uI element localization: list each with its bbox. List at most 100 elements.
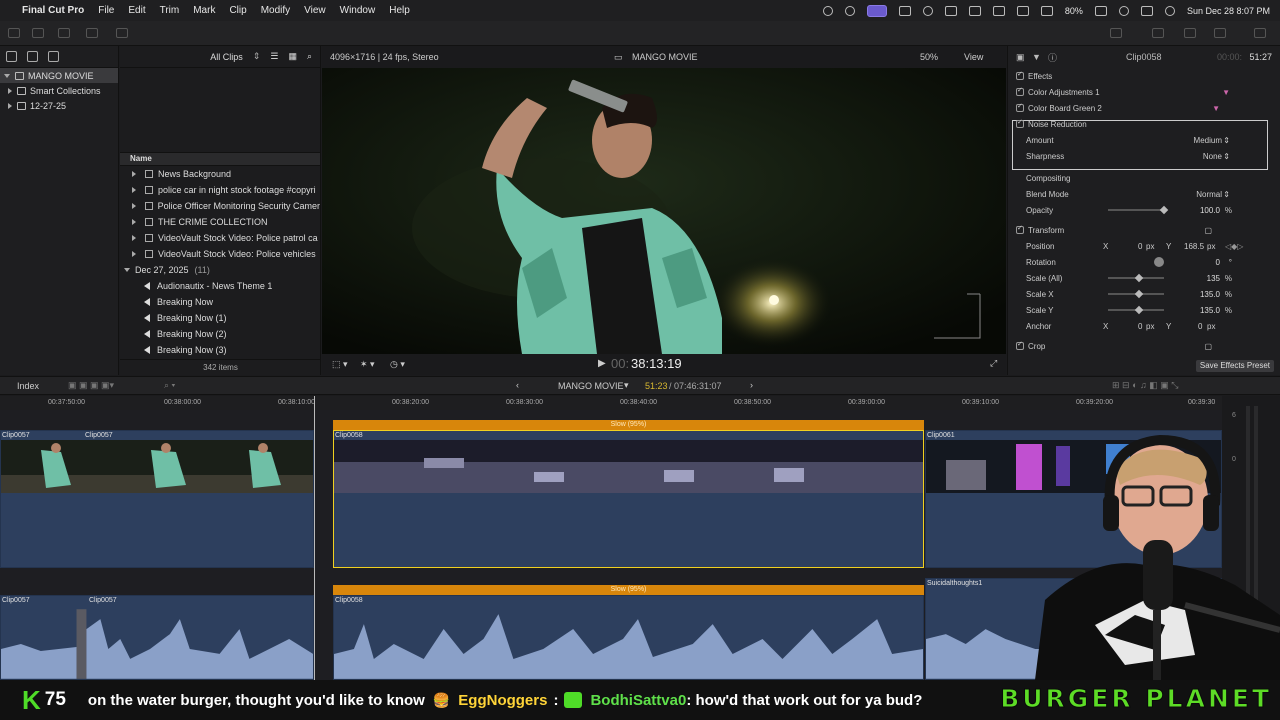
disclosure-icon[interactable]: [132, 219, 136, 225]
index-button[interactable]: Index: [17, 381, 39, 391]
disclosure-icon[interactable]: [132, 251, 136, 257]
disclosure-icon[interactable]: [132, 203, 136, 209]
color-effect-icon[interactable]: ▼: [1212, 104, 1220, 113]
menu-window[interactable]: Window: [340, 5, 376, 16]
scale-x-value[interactable]: 135.0: [1200, 290, 1220, 299]
checkbox[interactable]: [1016, 224, 1024, 234]
opacity-slider[interactable]: [1108, 205, 1169, 215]
chevron-down-icon[interactable]: ▾: [624, 380, 629, 391]
transform-header[interactable]: Transform ▢: [1008, 222, 1280, 238]
speed-bar[interactable]: Slow (95%): [333, 420, 924, 430]
scale-y-slider[interactable]: [1108, 305, 1164, 315]
import-icon[interactable]: [8, 28, 20, 38]
record-icon[interactable]: [822, 5, 833, 16]
list-item[interactable]: Breaking Now (1): [120, 310, 320, 326]
clock[interactable]: Sun Dec 28 8:07 PM: [1187, 6, 1270, 16]
view-dropdown[interactable]: View: [964, 52, 983, 62]
project-title[interactable]: MANGO MOVIE: [558, 381, 624, 391]
scale-slider[interactable]: [1108, 273, 1164, 283]
siri-icon[interactable]: [1164, 5, 1175, 16]
fullscreen-icon[interactable]: ⤢: [990, 358, 997, 369]
menu-help[interactable]: Help: [389, 5, 410, 16]
menu-clip[interactable]: Clip: [229, 5, 246, 16]
timeline-layout-icon[interactable]: [1184, 28, 1196, 38]
chevron-updown-icon[interactable]: ⇕: [253, 51, 261, 62]
onscreen-control-icon[interactable]: ▢: [1204, 342, 1212, 351]
checkbox[interactable]: [1016, 70, 1024, 80]
position-x-value[interactable]: 0: [1138, 242, 1142, 251]
message-icon[interactable]: [898, 5, 911, 16]
filmstrip-icon[interactable]: ▦: [288, 51, 297, 62]
search-icon[interactable]: ⌕: [307, 51, 312, 62]
color-inspector-icon[interactable]: ▼: [1032, 52, 1041, 62]
disclosure-icon[interactable]: [124, 268, 130, 272]
chevron-updown-icon[interactable]: ⇕: [1223, 152, 1230, 161]
disclosure-icon[interactable]: [132, 187, 136, 193]
checkbox[interactable]: [1016, 102, 1024, 112]
scale-y-value[interactable]: 135.0: [1200, 306, 1220, 315]
display-icon[interactable]: [992, 5, 1005, 16]
menu-edit[interactable]: Edit: [128, 5, 145, 16]
wifi-icon[interactable]: [1040, 5, 1053, 16]
effect-row[interactable]: Noise Reduction: [1008, 116, 1280, 132]
mic-icon[interactable]: [968, 5, 981, 16]
photos-icon[interactable]: [27, 51, 38, 62]
list-item[interactable]: Breaking Now: [120, 294, 320, 310]
disclosure-icon[interactable]: [132, 235, 136, 241]
anchor-y-value[interactable]: 0: [1198, 322, 1202, 331]
list-item[interactable]: VideoVault Stock Video: Police patrol ca: [120, 230, 320, 246]
menu-modify[interactable]: Modify: [261, 5, 290, 16]
save-effects-preset-button[interactable]: Save Effects Preset: [1195, 360, 1274, 372]
key-icon[interactable]: [86, 28, 98, 38]
browser-layout-icon[interactable]: [1152, 28, 1164, 38]
rotation-dial[interactable]: [1154, 257, 1164, 267]
slider-knob[interactable]: [1135, 305, 1144, 315]
keywords-icon[interactable]: [32, 28, 44, 38]
list-item[interactable]: Breaking Now (2): [120, 326, 320, 342]
share-icon[interactable]: [1254, 28, 1266, 38]
chevron-updown-icon[interactable]: ⇕: [1223, 190, 1230, 199]
slider-knob[interactable]: [1135, 289, 1144, 299]
colorwheel-icon[interactable]: [844, 5, 855, 16]
play-button[interactable]: ▶: [598, 358, 606, 369]
anchor-x-value[interactable]: 0: [1138, 322, 1142, 331]
inspector-layout-icon[interactable]: [1214, 28, 1226, 38]
column-header-name[interactable]: Name: [120, 152, 320, 166]
volume-icon[interactable]: [944, 5, 957, 16]
play-icon[interactable]: [922, 5, 933, 16]
keyframe-nav-icon[interactable]: ◁◆▷: [1225, 242, 1243, 251]
timeline-ruler[interactable]: 00:37:50:00 00:38:00:00 00:38:10:00 00:3…: [0, 396, 1222, 410]
menu-view[interactable]: View: [304, 5, 326, 16]
date-group-row[interactable]: Dec 27, 2025 (11): [120, 262, 320, 278]
speed-tool-icon[interactable]: ◷ ▾: [390, 359, 405, 370]
zoom-dropdown[interactable]: 50%: [920, 52, 938, 62]
audio-clip[interactable]: Clip0058: [333, 595, 924, 680]
bluetooth-icon[interactable]: [1016, 5, 1029, 16]
position-y-value[interactable]: 168.5: [1184, 242, 1204, 251]
blend-dropdown[interactable]: Normal: [1196, 190, 1222, 199]
search-icon[interactable]: ⌕ ▾: [164, 380, 175, 391]
rotation-value[interactable]: 0: [1216, 258, 1220, 267]
battery-icon[interactable]: [1094, 5, 1107, 16]
amount-dropdown[interactable]: Medium: [1194, 136, 1222, 145]
scale-all-value[interactable]: 135: [1207, 274, 1220, 283]
scale-x-slider[interactable]: [1108, 289, 1164, 299]
effect-row[interactable]: Color Adjustments 1 ▼: [1008, 84, 1280, 100]
slider-knob[interactable]: [1135, 273, 1144, 283]
info-icon[interactable]: ⓘ: [1048, 51, 1057, 64]
stage-manager-icon[interactable]: [866, 4, 887, 17]
list-item[interactable]: Breaking Now (3): [120, 342, 320, 358]
transform-tool-icon[interactable]: ⬚ ▾: [332, 359, 348, 370]
smart-collections-item[interactable]: Smart Collections: [0, 83, 118, 98]
enhance-icon[interactable]: [1110, 28, 1122, 38]
list-item[interactable]: VideoVault Stock Video: Police vehicles: [120, 246, 320, 262]
crop-header[interactable]: Crop ▢: [1008, 338, 1280, 354]
list-view-icon[interactable]: ☰: [270, 51, 278, 62]
spotlight-icon[interactable]: [1118, 5, 1129, 16]
sharpness-dropdown[interactable]: None: [1203, 152, 1222, 161]
edit-tools-icon[interactable]: ▣ ▣ ▣ ▣▾: [68, 380, 114, 391]
effect-row[interactable]: Color Board Green 2 ▼: [1008, 100, 1280, 116]
onscreen-control-icon[interactable]: ▢: [1204, 226, 1212, 235]
library-item[interactable]: MANGO MOVIE: [0, 68, 118, 83]
playhead[interactable]: [314, 396, 315, 680]
